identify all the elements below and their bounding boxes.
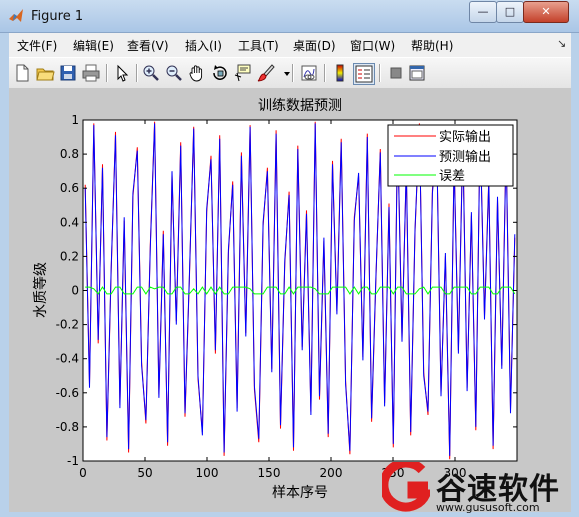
insert-colorbar-icon[interactable]	[330, 63, 350, 83]
new-figure-icon[interactable]	[12, 63, 32, 83]
rotate-3d-icon[interactable]	[210, 63, 230, 83]
window-title: Figure 1	[31, 9, 84, 24]
minimize-button[interactable]: —	[469, 1, 497, 23]
insert-legend-icon[interactable]	[353, 63, 375, 85]
y-tick-label: 0.8	[60, 147, 79, 161]
y-tick-label: -0.4	[56, 352, 79, 366]
x-tick-label: 50	[137, 466, 152, 480]
zoom-out-icon[interactable]	[164, 63, 184, 83]
pan-hand-icon[interactable]	[187, 63, 207, 83]
x-tick-label: 200	[320, 466, 343, 480]
toolbar-separator	[379, 64, 381, 82]
y-axis-label: 水质等级	[32, 262, 49, 318]
menu-desktop[interactable]: 桌面(D)	[293, 37, 336, 54]
brush-icon[interactable]	[256, 63, 276, 83]
y-tick-label: 0	[71, 284, 79, 298]
open-file-icon[interactable]	[35, 63, 55, 83]
x-tick-label: 0	[79, 466, 87, 480]
toolbar	[9, 57, 571, 89]
menu-bar: 文件(F) 编辑(E) 查看(V) 插入(I) 工具(T) 桌面(D) 窗口(W…	[9, 33, 571, 57]
chart-title: 训练数据预测	[258, 98, 342, 114]
menu-insert[interactable]: 插入(I)	[185, 37, 222, 54]
hide-plot-tools-icon[interactable]	[386, 63, 406, 83]
x-tick-label: 150	[258, 466, 281, 480]
save-icon[interactable]	[58, 63, 78, 83]
menu-window[interactable]: 窗口(W)	[350, 37, 395, 54]
menu-dock-arrow-icon[interactable]: ↘	[557, 37, 566, 50]
y-tick-label: -0.8	[56, 420, 79, 434]
brush-dropdown-icon[interactable]	[277, 63, 290, 83]
maximize-button[interactable]: □	[496, 1, 524, 23]
y-tick-label: 0.2	[60, 249, 79, 263]
y-tick-label: 0.4	[60, 215, 79, 229]
print-icon[interactable]	[81, 63, 101, 83]
select-arrow-icon[interactable]	[112, 63, 132, 83]
y-tick-label: 1	[71, 113, 79, 127]
matlab-logo-icon	[8, 8, 24, 24]
title-bar: Figure 1 — □ ✕	[0, 0, 579, 33]
menu-help[interactable]: 帮助(H)	[411, 37, 453, 54]
legend-label-error: 误差	[439, 169, 465, 184]
y-tick-label: -1	[67, 454, 79, 468]
watermark-url: www.gususoft.com	[436, 501, 540, 514]
link-plot-icon[interactable]	[299, 63, 319, 83]
close-button[interactable]: ✕	[523, 1, 569, 23]
gususoft-logo-icon	[382, 462, 430, 512]
toolbar-separator	[292, 64, 294, 82]
toolbar-separator	[106, 64, 108, 82]
y-tick-label: -0.6	[56, 386, 79, 400]
legend-label-predicted: 预测输出	[439, 149, 491, 165]
x-tick-label: 100	[196, 466, 219, 480]
legend-label-actual: 实际输出	[439, 129, 491, 145]
menu-view[interactable]: 查看(V)	[127, 37, 169, 54]
y-tick-label: 0.6	[60, 181, 79, 195]
menu-edit[interactable]: 编辑(E)	[73, 37, 114, 54]
data-cursor-icon[interactable]	[233, 63, 253, 83]
zoom-in-icon[interactable]	[141, 63, 161, 83]
figure-canvas: 0 50 100 150 200 250 300 -1 -0.8 -0.6 -0.4 -0.2 0 0.2…	[9, 88, 571, 512]
toolbar-separator	[324, 64, 326, 82]
show-plot-tools-icon[interactable]	[407, 63, 427, 83]
legend[interactable]: 实际输出 预测输出 误差	[387, 124, 514, 187]
x-axis-label: 样本序号	[272, 485, 328, 501]
y-tick-label: -0.2	[56, 318, 79, 332]
menu-file[interactable]: 文件(F)	[17, 37, 57, 54]
plot-svg: 0 50 100 150 200 250 300-1-0.8-0.6-0.4-0.200.2…	[32, 98, 518, 501]
watermark: 谷速软件 www.gususoft.com	[380, 462, 579, 517]
menu-tools[interactable]: 工具(T)	[238, 37, 279, 54]
toolbar-separator	[136, 64, 138, 82]
